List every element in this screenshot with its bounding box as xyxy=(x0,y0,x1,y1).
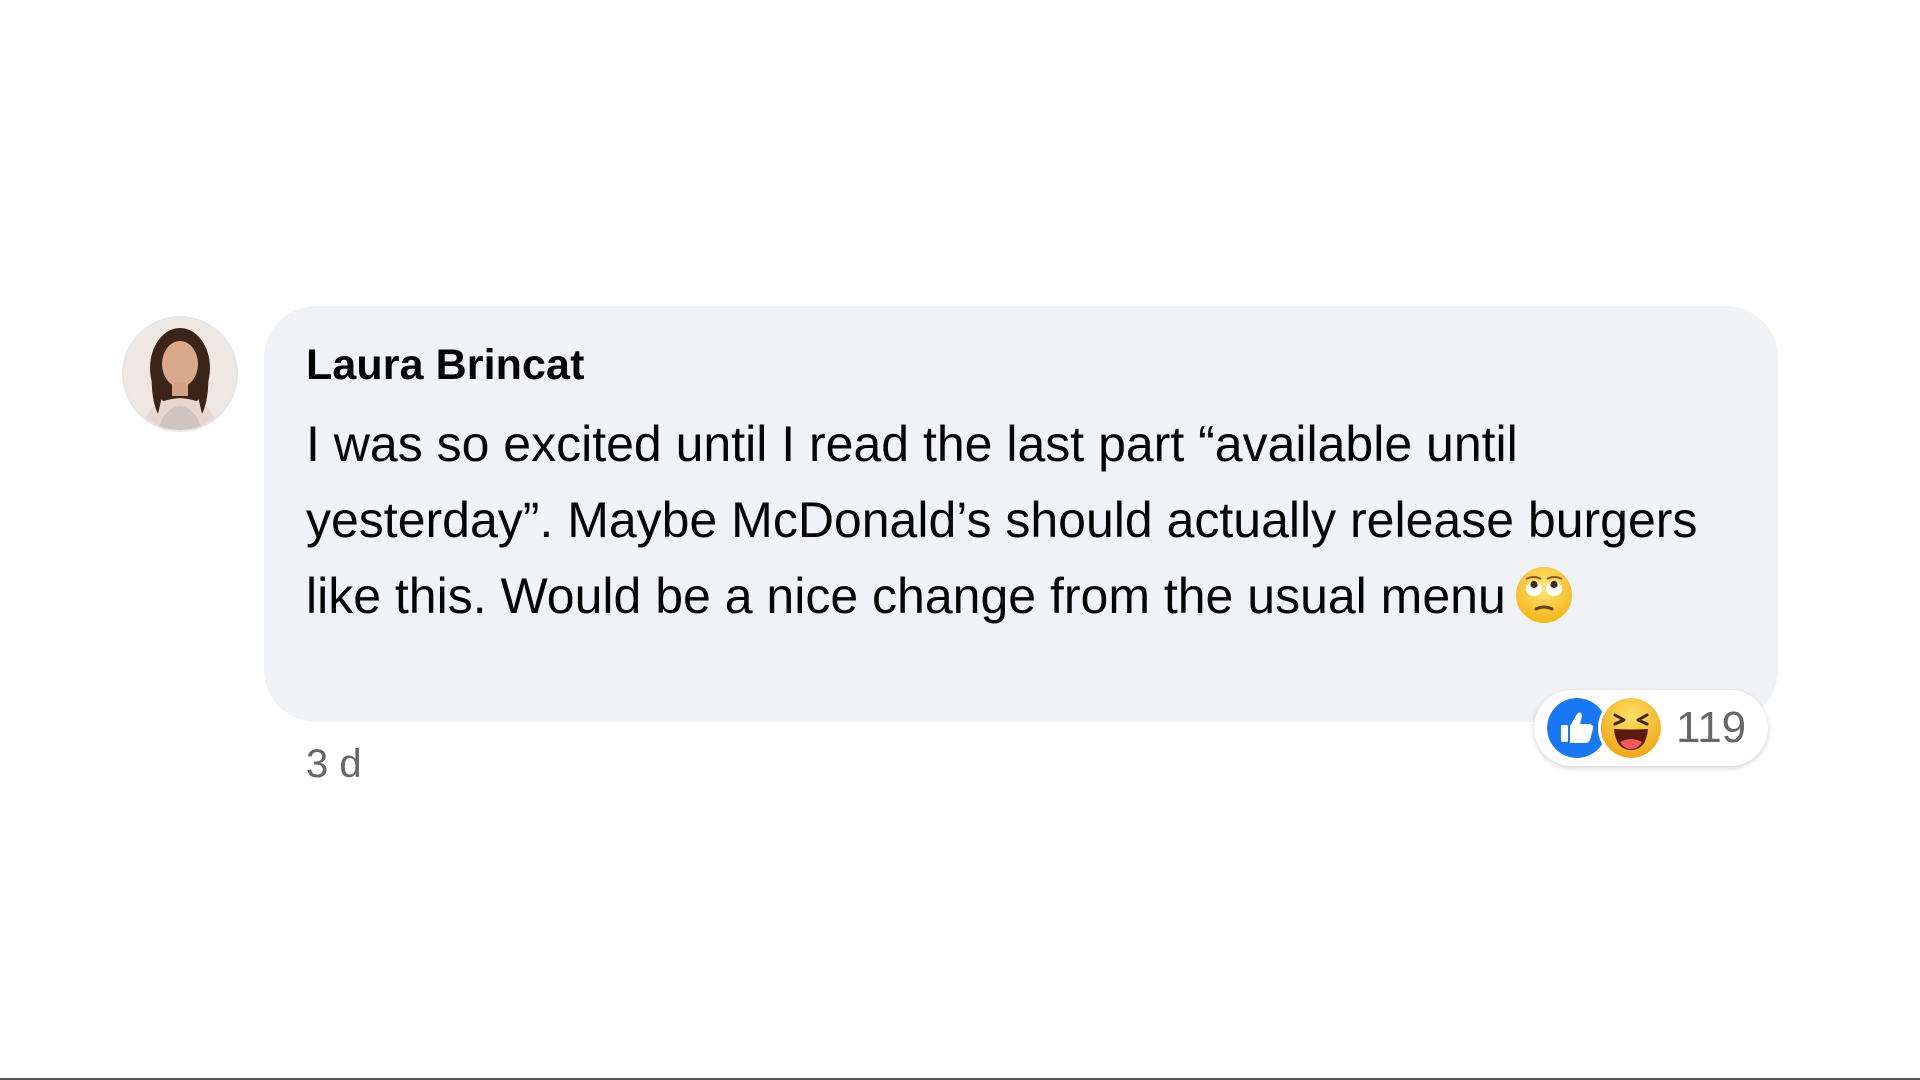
comment-screenshot: Laura Brincat I was so excited until I r… xyxy=(0,0,1920,1080)
comment-author-name[interactable]: Laura Brincat xyxy=(306,340,1738,390)
comment-bubble: Laura Brincat I was so excited until I r… xyxy=(264,306,1778,722)
avatar[interactable] xyxy=(122,316,238,432)
reaction-count: 119 xyxy=(1676,703,1747,752)
haha-reaction-icon xyxy=(1598,695,1664,761)
reactions-summary[interactable]: 119 xyxy=(1534,690,1769,766)
avatar-photo xyxy=(124,318,236,430)
comment-text: I was so excited until I read the last p… xyxy=(306,416,1698,624)
comment-timestamp[interactable]: 3 d xyxy=(306,734,362,794)
comment-body: I was so excited until I read the last p… xyxy=(306,406,1738,634)
face-with-rolling-eyes-emoji-icon xyxy=(1514,565,1574,625)
